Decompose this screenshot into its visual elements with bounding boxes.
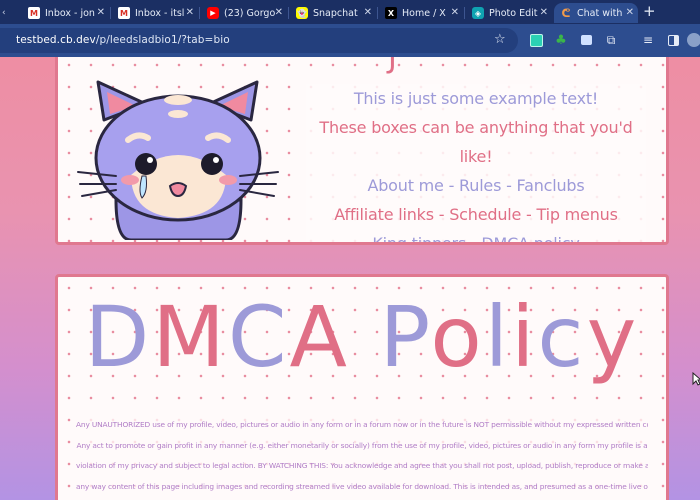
- bio-text-block: This is just some example text! These bo…: [306, 84, 646, 242]
- tab-divider: [377, 7, 378, 19]
- browser-toolbar: testbed.cb.dev/p/leedsladbio1/?tab=bio ☆…: [0, 24, 700, 57]
- close-icon[interactable]: ✕: [186, 7, 194, 18]
- tab-overflow[interactable]: ‹: [2, 3, 16, 23]
- bio-line: These boxes can be anything that you'd l…: [306, 113, 646, 171]
- dmca-paragraph-line: any way content of this page including i…: [76, 476, 648, 497]
- extension-icon[interactable]: [528, 32, 544, 48]
- close-icon[interactable]: ✕: [540, 7, 548, 18]
- chaturbate-icon: ᕦ: [561, 6, 571, 20]
- tab-title: Home / X: [402, 7, 446, 19]
- close-icon[interactable]: ✕: [275, 7, 283, 18]
- page-content: J This is just some example text! These …: [0, 57, 700, 500]
- dmca-title: DMCA Policy: [84, 288, 640, 386]
- photo-editor-icon: ◈: [472, 7, 484, 19]
- side-panel-icon[interactable]: [665, 32, 681, 48]
- dmca-paragraph-line: Any act to promote or gain profit in any…: [76, 435, 648, 456]
- tab-divider: [288, 7, 289, 19]
- bookmark-star-icon[interactable]: ☆: [494, 32, 506, 47]
- bio-panel: J This is just some example text! These …: [55, 57, 669, 245]
- tab-x[interactable]: X Home / X ✕: [379, 3, 463, 23]
- url-path: /p/leedsladbio1/?tab=bio: [95, 34, 230, 46]
- reading-queue-icon[interactable]: ≡: [640, 32, 656, 48]
- tab-gmail-1[interactable]: M Inbox - jon ✕: [22, 3, 109, 23]
- close-icon[interactable]: ✕: [451, 7, 459, 18]
- tab-title: Inbox - jon: [45, 7, 95, 19]
- snapchat-icon: 👻: [296, 7, 308, 19]
- tab-divider: [464, 7, 465, 19]
- youtube-icon: ▶: [207, 7, 219, 19]
- tab-divider: [110, 7, 111, 19]
- tab-title: Snapchat: [313, 7, 358, 19]
- gmail-icon: M: [118, 7, 130, 19]
- bio-heading-fragment: J: [388, 57, 397, 75]
- address-bar[interactable]: testbed.cb.dev/p/leedsladbio1/?tab=bio ☆: [0, 28, 518, 53]
- tab-title: Photo Edit: [489, 7, 538, 19]
- tab-youtube[interactable]: ▶ (23) Gorgo ✕: [201, 3, 287, 23]
- tab-chat-active[interactable]: ᕦ Chat with ✕: [554, 3, 638, 23]
- close-icon[interactable]: ✕: [626, 7, 634, 18]
- tab-strip: ‹ M Inbox - jon ✕ M Inbox - itsl ✕ ▶ (23…: [0, 0, 700, 24]
- new-tab-button[interactable]: +: [643, 3, 656, 19]
- extension-icon[interactable]: [578, 32, 594, 48]
- dmca-body: Any UNAUTHORIZED use of my profile, vide…: [76, 415, 648, 497]
- profile-avatar-icon[interactable]: [686, 32, 700, 48]
- dmca-panel: DMCA Policy Any UNAUTHORIZED use of my p…: [55, 274, 669, 500]
- bio-line: About me - Rules - Fanclubs: [306, 171, 646, 200]
- gmail-icon: M: [28, 7, 40, 19]
- dmca-paragraph-line: Any UNAUTHORIZED use of my profile, vide…: [76, 415, 648, 436]
- bio-line: This is just some example text!: [306, 84, 646, 113]
- tab-snapchat[interactable]: 👻 Snapchat ✕: [290, 3, 376, 23]
- bio-line: King tippers - DMCA policy: [306, 229, 646, 242]
- tab-title: Inbox - itsl: [135, 7, 185, 19]
- url-host: testbed.cb.dev: [16, 34, 96, 46]
- url-text[interactable]: testbed.cb.dev/p/leedsladbio1/?tab=bio: [16, 34, 230, 46]
- extension-icon[interactable]: ♣: [553, 32, 569, 48]
- close-icon[interactable]: ✕: [364, 7, 372, 18]
- tab-divider: [199, 7, 200, 19]
- close-icon[interactable]: ✕: [97, 7, 105, 18]
- dmca-paragraph-line: violation of my privacy and subject to l…: [76, 456, 648, 477]
- tab-overflow-label: ‹: [2, 8, 6, 18]
- tab-title: Chat with: [577, 7, 623, 19]
- crying-cat-illustration: [77, 80, 279, 240]
- tab-photo-editor[interactable]: ◈ Photo Edit ✕: [466, 3, 552, 23]
- bio-line: Affiliate links - Schedule - Tip menus: [306, 200, 646, 229]
- x-logo-icon: X: [385, 7, 397, 19]
- mouse-cursor-icon: [692, 372, 700, 386]
- tab-title: (23) Gorgo: [224, 7, 276, 19]
- puzzle-icon[interactable]: ⧉: [603, 32, 619, 48]
- tab-gmail-2[interactable]: M Inbox - itsl ✕: [112, 3, 198, 23]
